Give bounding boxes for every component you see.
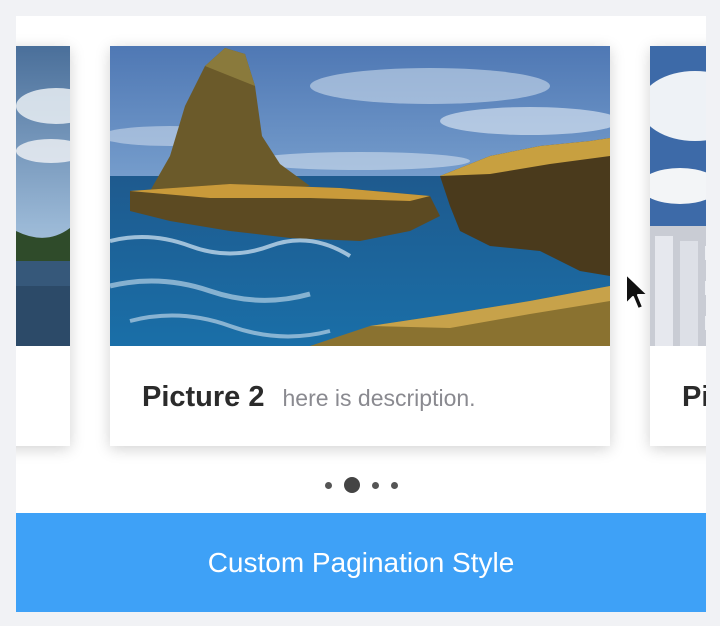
slide-card-prev[interactable] — [16, 46, 70, 446]
pagination-dot-active[interactable] — [343, 477, 360, 493]
slide-caption-next: Pi — [682, 381, 706, 414]
swiper-container[interactable]: Picture 2 here is description. Pi Custom… — [16, 16, 706, 612]
custom-pagination-style-button[interactable]: Custom Pagination Style — [16, 513, 706, 612]
pagination-dot[interactable] — [324, 481, 332, 489]
mouse-cursor-icon — [625, 273, 649, 310]
slide-image-prev — [16, 46, 70, 346]
slide-title: Picture 2 — [142, 381, 265, 413]
slide-image-next — [650, 46, 706, 346]
slide-image-active — [110, 46, 610, 346]
slide-card-active[interactable]: Picture 2 here is description. — [110, 46, 649, 446]
slide-title-next: Pi — [682, 381, 706, 413]
pagination-dot[interactable] — [371, 481, 379, 489]
pagination — [16, 476, 706, 494]
pagination-dot[interactable] — [390, 481, 398, 489]
slide-caption: Picture 2 here is description. — [142, 381, 476, 414]
slide-description: here is description. — [282, 385, 476, 411]
slide-card-next[interactable]: Pi — [650, 46, 706, 446]
